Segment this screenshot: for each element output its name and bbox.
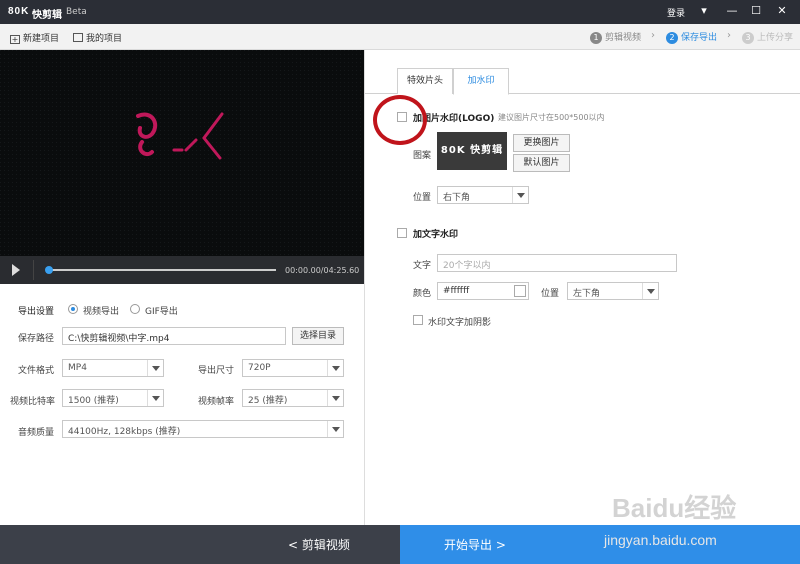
- my-projects-label: 我的项目: [86, 34, 123, 44]
- export-size-select[interactable]: 720P: [242, 359, 344, 377]
- text-watermark-label[interactable]: 加文字水印: [413, 227, 458, 240]
- frame-rate-label: 视频帧率: [198, 397, 235, 407]
- chevron-down-icon: [327, 390, 343, 406]
- color-swatch[interactable]: [514, 285, 526, 297]
- file-format-select[interactable]: MP4: [62, 359, 164, 377]
- tab-bar: 特效片头 加水印: [365, 68, 800, 95]
- text-shadow-checkbox[interactable]: [413, 315, 423, 325]
- toolbar: + 新建项目 我的项目 1 剪辑视频 › 2 保存导出 › 3 上传分享: [0, 24, 800, 50]
- new-project-label: 新建项目: [23, 34, 60, 44]
- progress-handle[interactable]: [45, 266, 53, 274]
- text-position-value: 左下角: [573, 289, 601, 299]
- baidu-url-watermark: jingyan.baidu.com: [604, 532, 717, 548]
- text-position-select[interactable]: 左下角: [567, 282, 659, 300]
- export-settings-panel: 导出设置 视频导出 GIF导出 保存路径 C:\快剪辑视频\中字.mp4 选择目…: [0, 284, 364, 525]
- chevron-down-icon: [327, 360, 343, 376]
- save-path-field[interactable]: C:\快剪辑视频\中字.mp4: [62, 327, 286, 345]
- video-preview[interactable]: [0, 50, 364, 256]
- pattern-label: 图案: [413, 151, 432, 161]
- gif-export-label[interactable]: GIF导出: [145, 304, 178, 317]
- color-value: #ffffff: [443, 286, 470, 296]
- baidu-watermark: Baidu经验: [612, 493, 737, 523]
- video-frame-graphic: [0, 50, 364, 256]
- choose-directory-button[interactable]: 选择目录: [292, 327, 344, 345]
- step-number: 1: [590, 32, 602, 44]
- folder-icon: [73, 33, 83, 42]
- step-label: 保存导出: [681, 33, 718, 43]
- divider: [33, 260, 34, 280]
- bitrate-label: 视频比特率: [10, 397, 56, 407]
- export-size-value: 720P: [248, 363, 271, 373]
- color-input[interactable]: #ffffff: [437, 282, 529, 300]
- beta-badge: Beta: [66, 7, 87, 17]
- start-export-button[interactable]: 开始导出 >: [400, 525, 800, 564]
- audio-quality-value: 44100Hz, 128kbps (推荐): [68, 427, 181, 437]
- text-label: 文字: [413, 261, 432, 271]
- step-label: 剪辑视频: [605, 33, 642, 43]
- file-format-label: 文件格式: [18, 366, 55, 376]
- chevron-down-icon: [147, 390, 163, 406]
- highlight-circle-annotation: [373, 95, 427, 145]
- chevron-right-icon: ›: [727, 30, 731, 41]
- step-number: 3: [742, 32, 754, 44]
- bitrate-value: 1500 (推荐): [68, 396, 119, 406]
- new-project-button[interactable]: + 新建项目: [10, 31, 59, 44]
- close-icon[interactable]: ✕: [774, 3, 790, 19]
- player-controls: 00:00.00/04:25.60: [0, 256, 364, 284]
- save-path-label: 保存路径: [18, 334, 55, 344]
- bitrate-select[interactable]: 1500 (推荐): [62, 389, 164, 407]
- file-format-value: MP4: [68, 363, 87, 373]
- audio-quality-select[interactable]: 44100Hz, 128kbps (推荐): [62, 420, 344, 438]
- step-upload-share[interactable]: 3 上传分享: [742, 30, 793, 44]
- title-bar: 80K 快剪辑 Beta 登录 ▾ — ☐ ✕: [0, 0, 800, 24]
- my-projects-button[interactable]: 我的项目: [73, 31, 122, 44]
- export-size-label: 导出尺寸: [198, 366, 235, 376]
- tab-effect-intro[interactable]: 特效片头: [397, 68, 453, 94]
- chevron-down-icon: [327, 421, 343, 437]
- watermark-panel: 特效片头 加水印 加图片水印(LOGO) 建议图片尺寸在500*500以内 图案…: [364, 50, 800, 525]
- tab-add-watermark[interactable]: 加水印: [453, 68, 509, 95]
- audio-quality-label: 音频质量: [18, 428, 55, 438]
- chevron-down-icon: [512, 187, 528, 203]
- text-watermark-checkbox[interactable]: [397, 228, 407, 238]
- start-export-label: 开始导出 >: [444, 538, 506, 552]
- chevron-down-icon: [147, 360, 163, 376]
- step-edit-video[interactable]: 1 剪辑视频: [590, 30, 641, 44]
- export-settings-label: 导出设置: [18, 307, 55, 317]
- frame-rate-value: 25 (推荐): [248, 396, 288, 406]
- step-label: 上传分享: [757, 33, 794, 43]
- logo-position-select[interactable]: 右下角: [437, 186, 529, 204]
- app-name: 快剪辑: [32, 10, 62, 21]
- watermark-text-input[interactable]: 20个字以内: [437, 254, 677, 272]
- back-to-edit-button[interactable]: < 剪辑视频: [0, 525, 400, 564]
- logo-size-hint: 建议图片尺寸在500*500以内: [498, 113, 605, 122]
- time-display: 00:00.00/04:25.60: [285, 266, 360, 275]
- logo-position-label: 位置: [413, 193, 432, 203]
- menu-icon[interactable]: ▾: [696, 3, 712, 19]
- progress-track[interactable]: [46, 269, 276, 271]
- video-export-label[interactable]: 视频导出: [83, 304, 119, 317]
- step-save-export[interactable]: 2 保存导出: [666, 30, 717, 44]
- app-logo: 80K: [8, 6, 30, 17]
- video-export-radio[interactable]: [68, 304, 78, 314]
- step-number: 2: [666, 32, 678, 44]
- back-to-edit-label: < 剪辑视频: [288, 538, 350, 552]
- logo-position-value: 右下角: [443, 193, 471, 203]
- change-image-button[interactable]: 更换图片: [513, 134, 570, 152]
- plus-icon: +: [10, 35, 20, 44]
- default-image-button[interactable]: 默认图片: [513, 154, 570, 172]
- gif-export-radio[interactable]: [130, 304, 140, 314]
- chevron-down-icon: [642, 283, 658, 299]
- color-label: 颜色: [413, 289, 432, 299]
- play-icon[interactable]: [12, 264, 20, 276]
- login-link[interactable]: 登录: [667, 6, 685, 19]
- frame-rate-select[interactable]: 25 (推荐): [242, 389, 344, 407]
- chevron-right-icon: ›: [651, 30, 655, 41]
- text-position-label: 位置: [541, 289, 560, 299]
- maximize-icon[interactable]: ☐: [748, 3, 764, 19]
- minimize-icon[interactable]: —: [724, 3, 740, 19]
- text-shadow-label[interactable]: 水印文字加阴影: [428, 315, 491, 328]
- logo-preview-image: 80K 快剪辑: [437, 132, 507, 170]
